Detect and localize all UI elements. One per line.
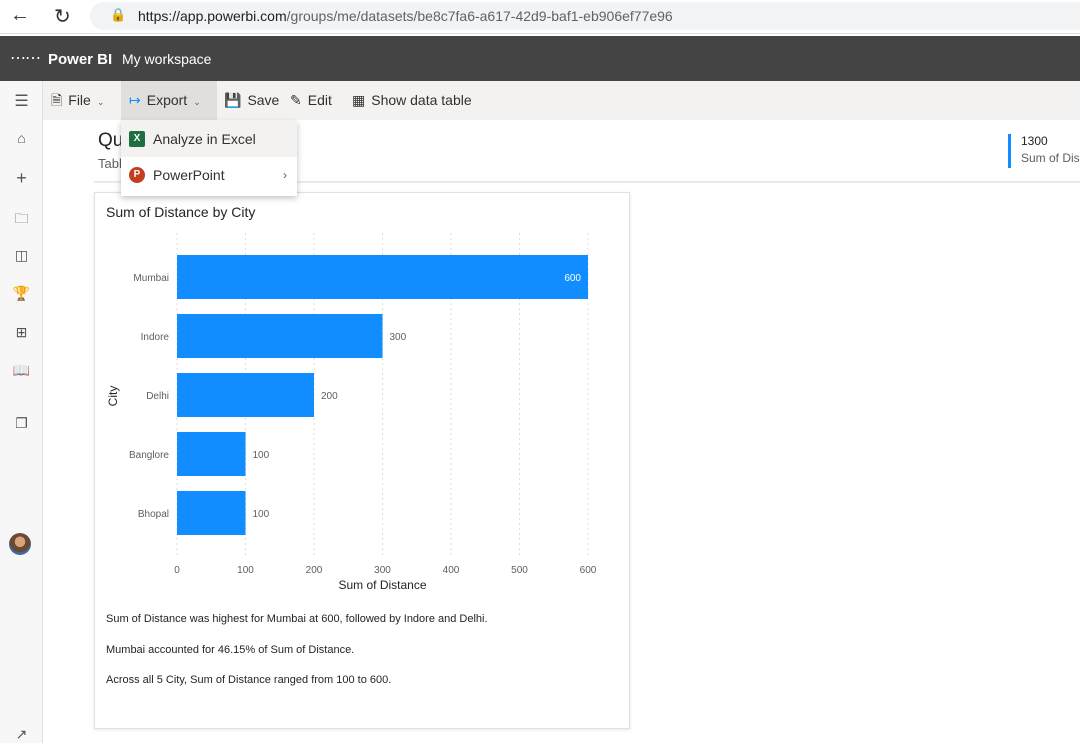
toolbar: 🗎 File ⌄ ↦ Export ⌄ 💾 Save ✎ Edit ▦ Show data t…	[43, 81, 1080, 120]
hamburger-icon[interactable]: ☰	[0, 91, 43, 111]
address-bar[interactable]: 🔒 https://app.powerbi.com/groups/me/data…	[90, 2, 1080, 30]
left-nav: ☰ ⌂ + 🗀 ◫ 🏆 ⊞ 📖 ❐ ↗	[0, 81, 43, 743]
workspaces-icon[interactable]: ❐	[0, 415, 43, 432]
back-icon[interactable]: ←	[10, 4, 30, 27]
save-label: Save	[247, 92, 280, 108]
x-tick-label: 600	[580, 565, 597, 576]
y-tick-label: Banglore	[129, 450, 169, 461]
page-subtitle: Tabl	[98, 156, 122, 171]
table-icon: ▦	[352, 92, 366, 108]
menu-item-analyze-in-excel[interactable]: X Analyze in Excel	[121, 121, 297, 157]
narrative-line: Across all 5 City, Sum of Distance range…	[106, 674, 392, 686]
url-path: /groups/me/datasets/be8c7fa6-a617-42d9-b…	[286, 8, 673, 24]
learn-book-icon[interactable]: 📖	[0, 362, 43, 379]
brand[interactable]: Power BI	[48, 51, 112, 68]
apps-icon[interactable]: ⊞	[0, 324, 43, 341]
app-launcher-icon[interactable]: ⋯⋯	[10, 48, 41, 68]
kpi-label: Sum of Dis	[1021, 151, 1080, 165]
save-button[interactable]: 💾 Save	[224, 81, 279, 120]
page-title: Qu	[98, 130, 124, 151]
data-label: 100	[253, 509, 270, 520]
excel-icon: X	[129, 131, 145, 147]
bar-chart: 0 100 200 300 400 500 600 Mumbai 600 Indore 300 Del…	[106, 233, 597, 592]
data-label: 200	[321, 391, 338, 402]
bar[interactable]	[177, 255, 588, 299]
browser-bar: ← ↻ 🔒 https://app.powerbi.com/groups/me/…	[0, 0, 1080, 34]
chevron-down-icon: ⌄	[193, 97, 201, 107]
save-icon: 💾	[224, 92, 242, 108]
file-label: File	[68, 92, 91, 108]
chart-card: Sum of Distance by City 0 100 200 300 400 500…	[94, 192, 630, 729]
bar[interactable]	[177, 491, 246, 535]
export-button[interactable]: ↦ Export ⌄	[121, 81, 217, 120]
file-icon: 🗎	[51, 92, 63, 108]
x-tick-label: 300	[374, 565, 391, 576]
menu-item-label: PowerPoint	[153, 167, 225, 183]
export-menu: X Analyze in Excel P PowerPoint ›	[121, 121, 297, 196]
x-tick-label: 200	[306, 565, 323, 576]
bar[interactable]	[177, 432, 246, 476]
kpi-card[interactable]: 1300 Sum of Dis	[1008, 134, 1080, 168]
edit-label: Edit	[307, 92, 332, 108]
x-tick-label: 500	[511, 565, 528, 576]
chevron-down-icon: ⌄	[96, 97, 105, 107]
narrative-line: Sum of Distance was highest for Mumbai a…	[106, 613, 488, 625]
kpi-value: 1300	[1021, 134, 1048, 148]
export-arrow-icon: ↦	[129, 92, 141, 108]
menu-item-powerpoint[interactable]: P PowerPoint ›	[121, 157, 297, 193]
workspace-link[interactable]: My workspace	[122, 51, 211, 67]
bar[interactable]	[177, 314, 383, 358]
show-data-table-label: Show data table	[371, 92, 472, 108]
menu-item-label: Analyze in Excel	[153, 131, 256, 147]
file-button[interactable]: 🗎 File ⌄	[51, 81, 104, 120]
x-axis-title: Sum of Distance	[338, 578, 426, 592]
y-axis-title: City	[106, 386, 120, 407]
y-tick-label: Indore	[141, 332, 170, 343]
edit-button[interactable]: ✎ Edit	[290, 81, 332, 120]
y-tick-label: Mumbai	[133, 273, 169, 284]
export-label: Export	[146, 92, 188, 108]
x-tick-label: 100	[237, 565, 254, 576]
powerpoint-icon: P	[129, 167, 145, 183]
home-icon[interactable]: ⌂	[0, 130, 43, 146]
chevron-right-icon: ›	[283, 168, 287, 182]
x-tick-label: 0	[174, 565, 180, 576]
create-icon[interactable]: +	[0, 168, 43, 189]
y-tick-label: Bhopal	[138, 509, 169, 520]
pencil-icon: ✎	[290, 92, 302, 108]
data-label: 600	[564, 273, 581, 284]
narrative-line: Mumbai accounted for 46.15% of Sum of Di…	[106, 644, 355, 656]
url-host: https://app.powerbi.com	[138, 8, 287, 24]
data-label: 300	[390, 332, 407, 343]
datahub-icon[interactable]: ◫	[0, 247, 43, 264]
lock-icon: 🔒	[110, 7, 127, 22]
avatar[interactable]	[9, 533, 31, 555]
app-header: ⋯⋯ Power BI My workspace	[0, 36, 1080, 81]
browse-folder-icon[interactable]: 🗀	[0, 208, 43, 232]
page-header: Qu Tabl	[98, 130, 123, 171]
y-tick-label: Delhi	[146, 391, 169, 402]
show-data-table-button[interactable]: ▦ Show data table	[352, 81, 472, 120]
x-tick-label: 400	[443, 565, 460, 576]
expand-arrow-icon[interactable]: ↗	[0, 726, 43, 743]
metrics-trophy-icon[interactable]: 🏆	[0, 285, 43, 302]
refresh-icon[interactable]: ↻	[54, 4, 71, 29]
data-label: 100	[253, 450, 270, 461]
bar[interactable]	[177, 373, 314, 417]
